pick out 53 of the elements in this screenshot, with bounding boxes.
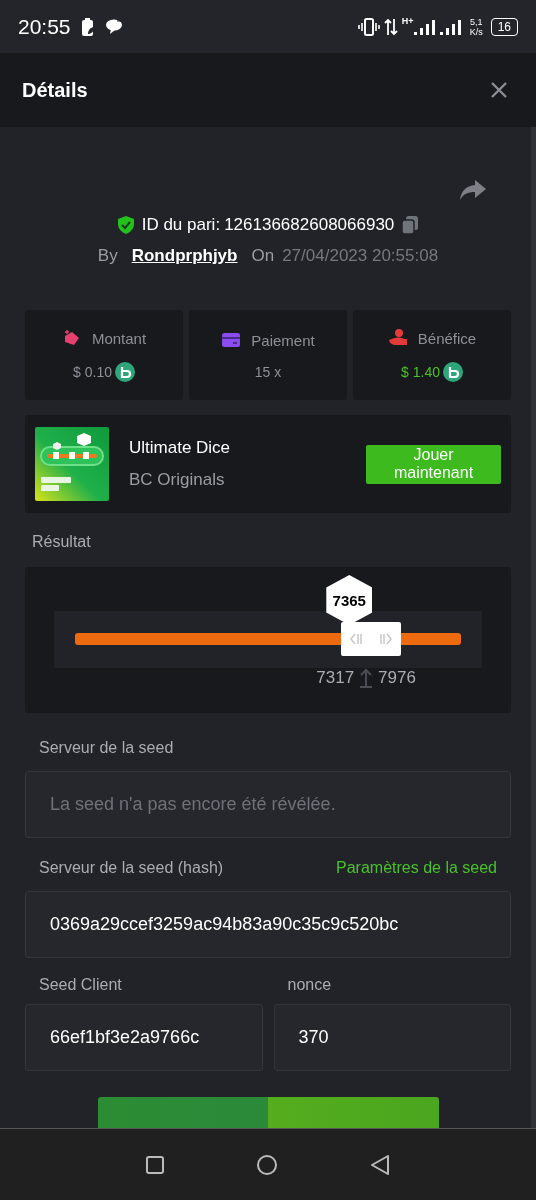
game-title: Ultimate Dice	[129, 438, 232, 458]
input-field[interactable]: 66ef1bf3e2a9766c	[25, 1004, 263, 1071]
battery-leaf-icon	[80, 16, 95, 37]
username-link[interactable]: Rondprphjyb	[131, 246, 238, 266]
field-label: Serveur de la seed	[39, 739, 175, 758]
copy-icon[interactable]	[401, 215, 420, 235]
slider-handle[interactable]	[341, 622, 402, 656]
field-label: nonce	[286, 975, 333, 995]
stat-label: Montant	[91, 329, 147, 347]
result-value: 7365	[326, 575, 373, 625]
input-field[interactable]: 0369a29ccef3259ac94b83a90c35c9c520bc	[25, 891, 511, 958]
speed-unit: K/s	[469, 26, 483, 37]
input-field[interactable]: La seed n'a pas encore été révélée.	[25, 771, 511, 838]
back-icon[interactable]	[368, 1153, 391, 1176]
stat-label: Paiement	[251, 331, 315, 349]
battery-level: 16	[490, 17, 518, 36]
on-label: On	[251, 246, 275, 266]
input-field[interactable]: 370	[273, 1004, 511, 1071]
range-high: 7976	[378, 668, 416, 688]
result-label: Résultat	[32, 533, 92, 552]
grip-icon	[349, 631, 394, 647]
stat-label: Bénéfice	[417, 329, 477, 347]
signal-icon	[439, 17, 462, 36]
field-label: Seed Client	[38, 975, 123, 995]
game-provider: BC Originals	[129, 470, 226, 490]
stat-value: 15 x	[254, 364, 282, 380]
person-hand-icon	[387, 328, 408, 348]
network-speed: 5,1	[469, 16, 483, 27]
share-icon[interactable]	[459, 179, 487, 201]
coin-icon	[114, 362, 135, 382]
chat-bubbles-icon	[104, 17, 125, 36]
signal-icon	[413, 17, 436, 36]
close-icon[interactable]	[490, 81, 508, 99]
bet-date: 27/04/2023 20:55:08	[282, 246, 439, 266]
shield-check-icon	[116, 215, 135, 235]
data-transfer-icon	[383, 17, 398, 36]
recent-apps-icon[interactable]	[145, 1154, 166, 1175]
page-title: Détails	[22, 78, 88, 102]
clock-time: 20:55	[18, 14, 71, 39]
stat-value: $ 0.10	[73, 364, 112, 380]
bet-id-label: ID du pari:	[141, 215, 221, 235]
up-arrow-icon	[359, 668, 374, 688]
field-label: Serveur de la seed (hash)	[39, 859, 224, 878]
by-label: By	[97, 246, 118, 266]
vibrate-icon	[357, 17, 380, 36]
home-icon[interactable]	[256, 1153, 278, 1176]
card-icon	[221, 330, 242, 350]
seed-settings-link[interactable]: Paramètres de la seed	[336, 859, 497, 891]
network-type: H+	[401, 16, 414, 26]
range-low: 7317	[316, 668, 355, 688]
stat-value: $ 1.40	[401, 364, 440, 380]
bet-id: 126136682608066930	[224, 215, 395, 235]
coin-icon	[442, 362, 463, 382]
